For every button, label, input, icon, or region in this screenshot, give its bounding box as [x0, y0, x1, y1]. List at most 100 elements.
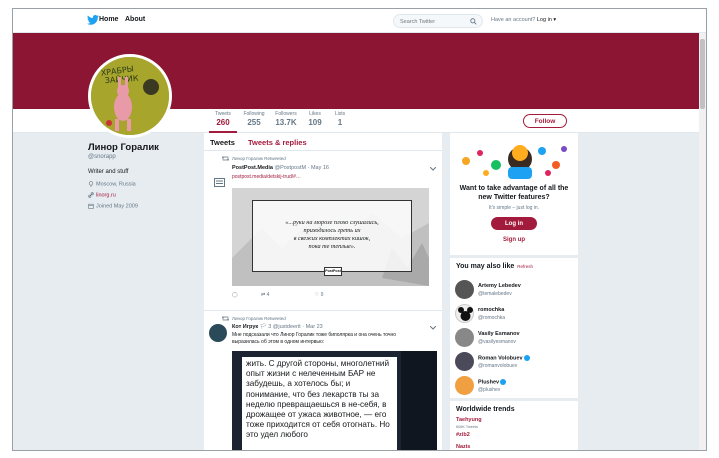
search-icon[interactable]	[470, 18, 477, 25]
verified-badge-icon	[500, 379, 507, 385]
like-count: 9	[320, 292, 324, 298]
profile-location: Moscow, Russia	[88, 181, 136, 187]
profile-website-link[interactable]: linorg.ru	[96, 192, 116, 198]
login-prompt: Have an account? Log in ▾	[491, 17, 556, 23]
tweet-media[interactable]: «...руки на морозе плохо слушались, прих…	[232, 188, 429, 286]
avatar[interactable]	[455, 376, 474, 395]
quote-badge: PostPost	[324, 267, 342, 276]
tweet[interactable]: Линор Горалик Retweeted PostPost.Media @…	[204, 151, 442, 311]
wtf-name[interactable]: romochka	[478, 307, 504, 313]
trend-item[interactable]: Taehyung	[456, 417, 482, 423]
tweet-actions: ◯ ⇄ 4 ♡ 9	[232, 292, 367, 298]
scrollbar[interactable]	[699, 33, 706, 450]
avatar[interactable]	[455, 352, 474, 371]
tweet-author[interactable]: PostPost.Media	[232, 165, 273, 171]
stat-label: Lists	[334, 111, 346, 117]
tweet-handle-date: @PostpostM · May 16	[274, 165, 329, 171]
wtf-title: You may also like Refresh	[456, 263, 533, 270]
retweet-action[interactable]: ⇄ 4	[261, 292, 291, 298]
profile-name: Линор Горалик	[88, 142, 159, 153]
quote-frame: «...руки на морозе плохо слушались, прих…	[252, 200, 412, 276]
tweet-author-avatar[interactable]	[209, 324, 227, 342]
tweet-handle-date: 🏳 3 @justdeerit · Mar 23	[259, 324, 323, 330]
stat-value: 260	[216, 118, 230, 127]
retweeted-by: Линор Горалик Retweeted	[232, 316, 286, 321]
like-action[interactable]: ♡ 9	[315, 292, 346, 298]
wtf-handle: @plushev	[478, 387, 501, 393]
location-pin-icon	[88, 181, 94, 187]
avatar[interactable]	[455, 304, 474, 323]
reply-icon[interactable]: ◯	[232, 292, 238, 298]
stat-label: Followers	[275, 111, 297, 117]
avatar[interactable]	[455, 280, 474, 299]
wtf-title-text: You may also like	[456, 263, 515, 270]
tab-tweets[interactable]: Tweets	[210, 138, 235, 147]
tweet-header: Кот Игрук 🏳 3 @justdeerit · Mar 23	[232, 324, 323, 330]
have-account-text: Have an account?	[491, 17, 536, 23]
quote-line: пока те теплые».	[308, 243, 356, 250]
retweet-icon	[222, 156, 229, 161]
timeline: Tweets Tweets & replies Линор Горалик Re…	[204, 133, 442, 450]
profile-bio: Writer and stuff	[88, 169, 129, 175]
stat-followers[interactable]: Followers 13.7K	[273, 111, 299, 127]
nav-home-link[interactable]: Home	[99, 16, 118, 23]
wtf-item[interactable]: Vasily Esmanov @vasilyesmanov	[455, 328, 573, 350]
tweet-author[interactable]: Кот Игрук	[232, 324, 258, 330]
avatar[interactable]	[455, 328, 474, 347]
scrollbar-thumb[interactable]	[700, 39, 705, 109]
refresh-link[interactable]: Refresh	[517, 264, 533, 269]
link-icon	[88, 192, 94, 198]
illustration-icon	[462, 145, 567, 179]
signup-card: Want to take advantage of all the new Tw…	[450, 133, 578, 255]
tweet-text: Мне подсказали что Линор Горалик тоже би…	[232, 332, 432, 345]
chevron-down-icon[interactable]	[430, 326, 436, 330]
profile-joined: Joined May 2009	[88, 203, 138, 209]
profile-location-text: Moscow, Russia	[96, 181, 136, 188]
stat-value: 1	[337, 118, 343, 127]
trend-item[interactable]: #zib2	[456, 432, 470, 438]
nav-about-link[interactable]: About	[125, 16, 145, 23]
login-button[interactable]: Log in	[491, 217, 537, 230]
stat-value: 13.7K	[275, 118, 297, 127]
tweet-link[interactable]: postpost.media/detskij-trud/#…	[232, 174, 301, 180]
signup-link[interactable]: Sign up	[450, 237, 578, 243]
stat-lists[interactable]: Lists 1	[333, 111, 347, 127]
stat-following[interactable]: Following 255	[239, 111, 269, 127]
search-input[interactable]	[400, 17, 468, 26]
wtf-item[interactable]: Roman Volobuev @romanvolobuev	[455, 352, 573, 374]
stat-label: Likes	[309, 111, 321, 117]
wtf-item[interactable]: romochka @romochka	[455, 304, 573, 326]
stat-tweets[interactable]: Tweets 260	[209, 111, 237, 133]
tweet-header: PostPost.Media @PostpostM · May 16	[232, 165, 329, 171]
avatar[interactable]: ХРАБРЫ ЗАЙЧИК	[88, 54, 172, 138]
profile-joined-text: Joined May 2009	[96, 203, 138, 210]
wtf-item[interactable]: Artemy Lebedev @temalebedev	[455, 280, 573, 302]
profile-handle[interactable]: @snorapp	[88, 154, 116, 160]
wtf-name[interactable]: Plushev	[478, 379, 507, 385]
verified-badge-icon	[523, 355, 530, 361]
tweet-media[interactable]: жить. С другой стороны, многолетний опыт…	[232, 351, 437, 450]
profile-website: linorg.ru	[88, 192, 116, 198]
browser-page: Home About Have an account? Log in ▾ Twe…	[12, 8, 707, 451]
trends-title: Worldwide trends	[456, 406, 515, 413]
follow-button[interactable]: Follow	[523, 114, 567, 128]
chevron-down-icon[interactable]	[430, 167, 436, 171]
trend-item[interactable]: Nazis	[456, 444, 470, 450]
worldwide-trends: Worldwide trends Taehyung 606K Tweets #z…	[450, 401, 578, 450]
calendar-icon	[88, 203, 94, 209]
tweet[interactable]: Линор Горалик Retweeted Кот Игрук 🏳 3 @j…	[204, 311, 442, 450]
mickey-avatar-icon	[458, 307, 473, 321]
stat-label: Following	[243, 111, 265, 117]
stat-likes[interactable]: Likes 109	[306, 111, 324, 127]
wtf-name[interactable]: Artemy Lebedev	[478, 283, 521, 289]
trend-count: 606K Tweets	[456, 425, 478, 429]
wtf-handle: @vasilyesmanov	[478, 339, 516, 345]
wtf-name[interactable]: Roman Volobuev	[478, 355, 530, 361]
signup-question: Want to take advantage of all the new Tw…	[459, 185, 569, 201]
wtf-item[interactable]: Plushev @plushev	[455, 376, 573, 398]
search-box[interactable]	[393, 14, 483, 28]
wtf-name[interactable]: Vasily Esmanov	[478, 331, 520, 337]
tab-tweets-replies[interactable]: Tweets & replies	[248, 138, 307, 147]
twitter-bird-icon[interactable]	[87, 15, 99, 25]
login-dropdown[interactable]: Log in ▾	[537, 17, 556, 23]
